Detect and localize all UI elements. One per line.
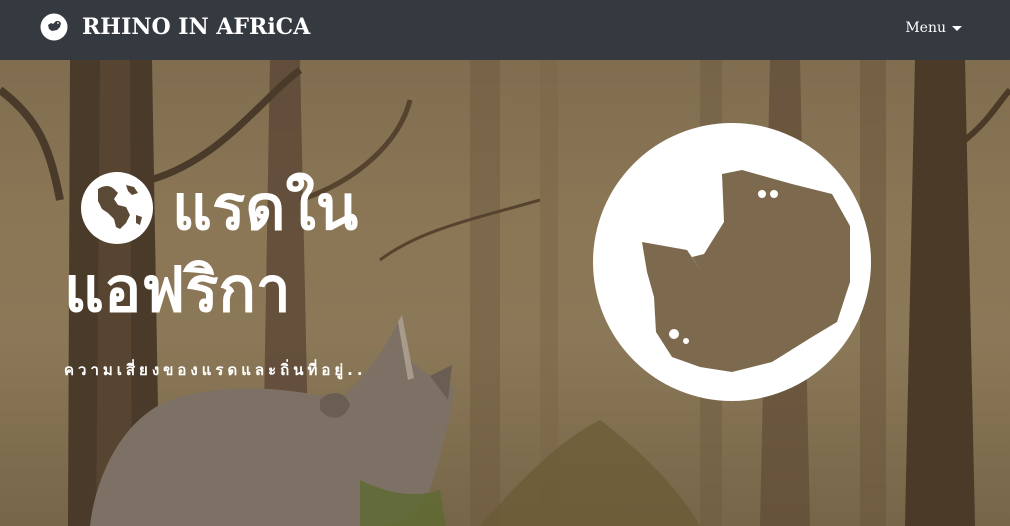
hero-section: แรดใน แอฟริกา ความเสี่ยงของแรดและถิ่นที่… xyxy=(0,60,1010,526)
top-navbar: RHINO IN AFRiCA Menu xyxy=(0,0,1010,60)
menu-label: Menu xyxy=(905,20,946,36)
globe-americas-icon xyxy=(81,172,153,244)
caret-down-icon xyxy=(952,25,962,31)
hero-title: แรดใน แอฟริกา xyxy=(64,170,424,328)
brand-title: RHINO IN AFRiCA xyxy=(82,14,311,40)
rhino-head-logo xyxy=(593,123,871,401)
brand-link[interactable]: RHINO IN AFRiCA xyxy=(40,12,310,42)
hero-subtitle: ความเสี่ยงของแรดและถิ่นที่อยู่.. xyxy=(64,361,367,379)
hero-title-line-1: แรดใน xyxy=(172,171,359,244)
rhino-logo-icon xyxy=(40,13,68,41)
hero-title-line-2: แอฟริกา xyxy=(64,253,291,326)
menu-dropdown-toggle[interactable]: Menu xyxy=(905,20,962,36)
